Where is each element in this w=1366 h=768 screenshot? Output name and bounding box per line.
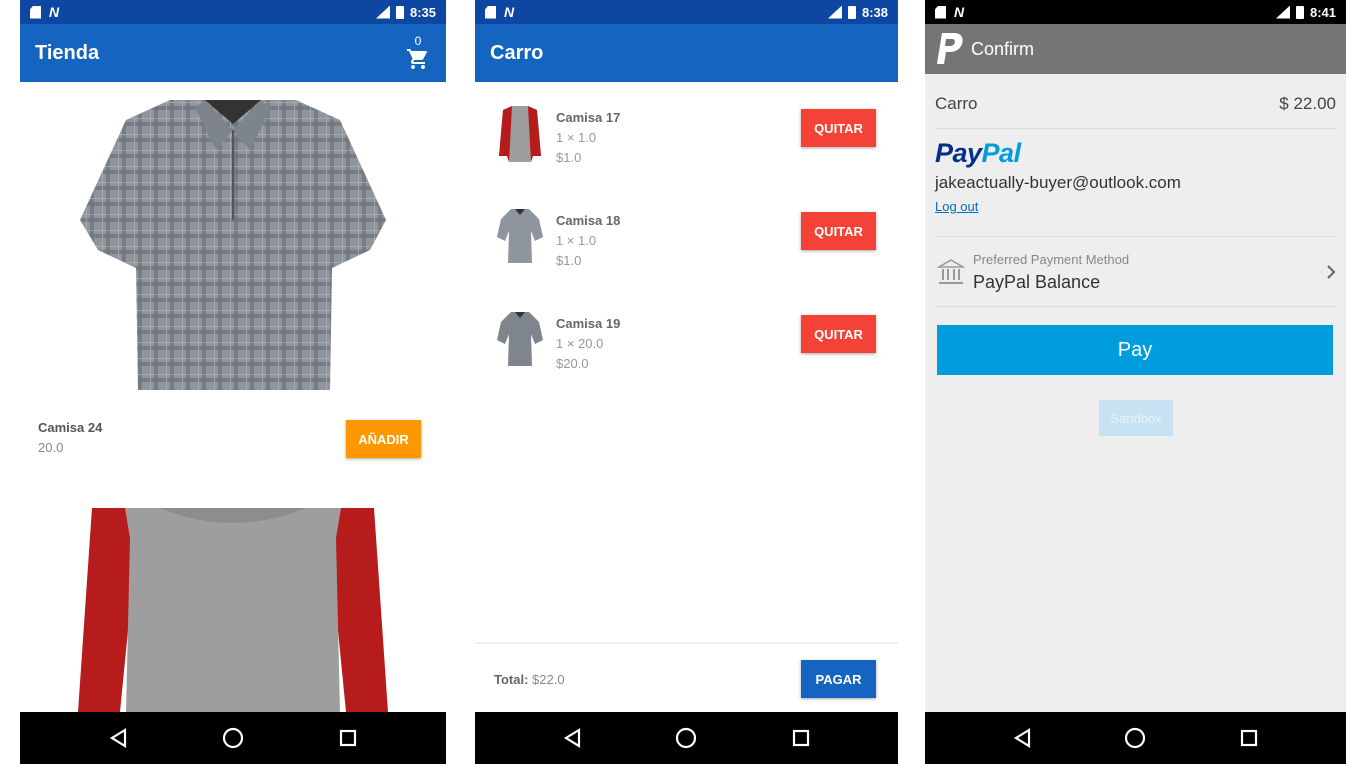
item-quantity: 1 × 1.0 [556, 233, 597, 248]
cart-label: Carro [935, 94, 978, 113]
total-value: $22.0 [532, 672, 565, 687]
status-time: 8:41 [1309, 4, 1336, 20]
system-nav-bar [20, 712, 446, 764]
battery-icon [1295, 5, 1304, 19]
sd-card-icon [935, 5, 946, 19]
product-image-raglan-shirt[interactable] [20, 508, 446, 712]
divider [935, 306, 1336, 307]
pay-button[interactable]: Pay [937, 325, 1333, 375]
paypal-p-icon [937, 33, 963, 64]
sd-card-icon [485, 5, 496, 19]
checkout-button[interactable]: PAGAR [801, 660, 876, 698]
remove-item-button[interactable]: QUITAR [801, 109, 876, 147]
battery-icon [847, 5, 856, 19]
item-thumbnail [495, 312, 545, 372]
n-icon: N [954, 4, 965, 20]
system-nav-bar [925, 712, 1346, 764]
item-price: $1.0 [556, 253, 582, 268]
signal-icon [1275, 5, 1290, 19]
signal-icon [827, 5, 842, 19]
item-name: Camisa 19 [556, 316, 621, 331]
n-icon: N [504, 4, 515, 20]
account-email: jakeactually-buyer@outlook.com [935, 173, 1181, 192]
cart-amount: $ 22.00 [1279, 94, 1336, 113]
back-icon[interactable] [559, 725, 585, 751]
cart-screen: N 8:38 Carro Camisa 17 1 × 1.0 $1.0 QUIT… [475, 0, 898, 764]
cart-footer: Total: $22.0 PAGAR [475, 642, 898, 712]
recents-icon[interactable] [335, 725, 361, 751]
cart-count: 0 [414, 34, 422, 48]
home-icon[interactable] [220, 725, 246, 751]
product-row: Camisa 24 20.0 AÑADIR [38, 420, 421, 480]
recents-icon[interactable] [1236, 725, 1262, 751]
recents-icon[interactable] [788, 725, 814, 751]
app-bar: Carro [475, 24, 898, 82]
cart-item: Camisa 17 1 × 1.0 $1.0 QUITAR [475, 106, 898, 186]
add-to-cart-button[interactable]: AÑADIR [346, 420, 421, 458]
item-quantity: 1 × 1.0 [556, 130, 597, 145]
item-name: Camisa 17 [556, 110, 621, 125]
payment-method-caption: Preferred Payment Method [973, 252, 1130, 267]
product-image-plaid-shirt[interactable] [20, 100, 446, 396]
remove-item-button[interactable]: QUITAR [801, 212, 876, 250]
paypal-confirm-screen: N 8:41 Confirm Carro $ 22.00 PayPal jake… [925, 0, 1346, 764]
remove-item-button[interactable]: QUITAR [801, 315, 876, 353]
item-name: Camisa 18 [556, 213, 621, 228]
item-quantity: 1 × 20.0 [556, 336, 604, 351]
cart-icon [407, 49, 427, 69]
battery-icon [395, 5, 404, 19]
home-icon[interactable] [1122, 725, 1148, 751]
payment-method-row[interactable]: Preferred Payment Method PayPal Balance [935, 250, 1336, 296]
paypal-header: Confirm [925, 24, 1346, 74]
item-thumbnail [495, 209, 545, 269]
app-bar: Tienda 0 [20, 24, 446, 82]
cart-button[interactable]: 0 [405, 35, 431, 71]
cart-item: Camisa 19 1 × 20.0 $20.0 QUITAR [475, 312, 898, 392]
total: Total: $22.0 [494, 672, 565, 687]
signal-icon [375, 5, 390, 19]
system-nav-bar [475, 712, 898, 764]
divider [935, 128, 1336, 129]
n-icon: N [49, 4, 60, 20]
back-icon[interactable] [105, 725, 131, 751]
paypal-account: PayPal jakeactually-buyer@outlook.com Lo… [935, 138, 1336, 214]
status-bar: N 8:41 [925, 0, 1346, 24]
shop-screen: N 8:35 Tienda 0 Camisa 24 20.0 AÑADIR [20, 0, 446, 764]
paypal-logo: PayPal [935, 138, 1021, 168]
sd-card-icon [30, 5, 41, 19]
sandbox-badge: Sandbox [1099, 400, 1173, 436]
logout-link[interactable]: Log out [935, 199, 1336, 214]
home-icon[interactable] [673, 725, 699, 751]
status-time: 8:35 [409, 4, 436, 20]
bank-icon [937, 259, 965, 284]
item-price: $20.0 [556, 356, 589, 371]
status-bar: N 8:38 [475, 0, 898, 24]
page-title: Confirm [971, 38, 1035, 59]
payment-method-value: PayPal Balance [973, 272, 1101, 292]
chevron-right-icon [1327, 265, 1336, 279]
divider [935, 236, 1336, 237]
page-title: Carro [490, 41, 544, 64]
total-label: Total: [494, 672, 529, 687]
status-time: 8:38 [861, 4, 888, 20]
page-title: Tienda [35, 41, 100, 64]
item-thumbnail [495, 106, 545, 166]
cart-summary-row: Carro $ 22.00 [935, 92, 1336, 116]
back-icon[interactable] [1009, 725, 1035, 751]
cart-item: Camisa 18 1 × 1.0 $1.0 QUITAR [475, 209, 898, 289]
status-bar: N 8:35 [20, 0, 446, 24]
item-price: $1.0 [556, 150, 582, 165]
